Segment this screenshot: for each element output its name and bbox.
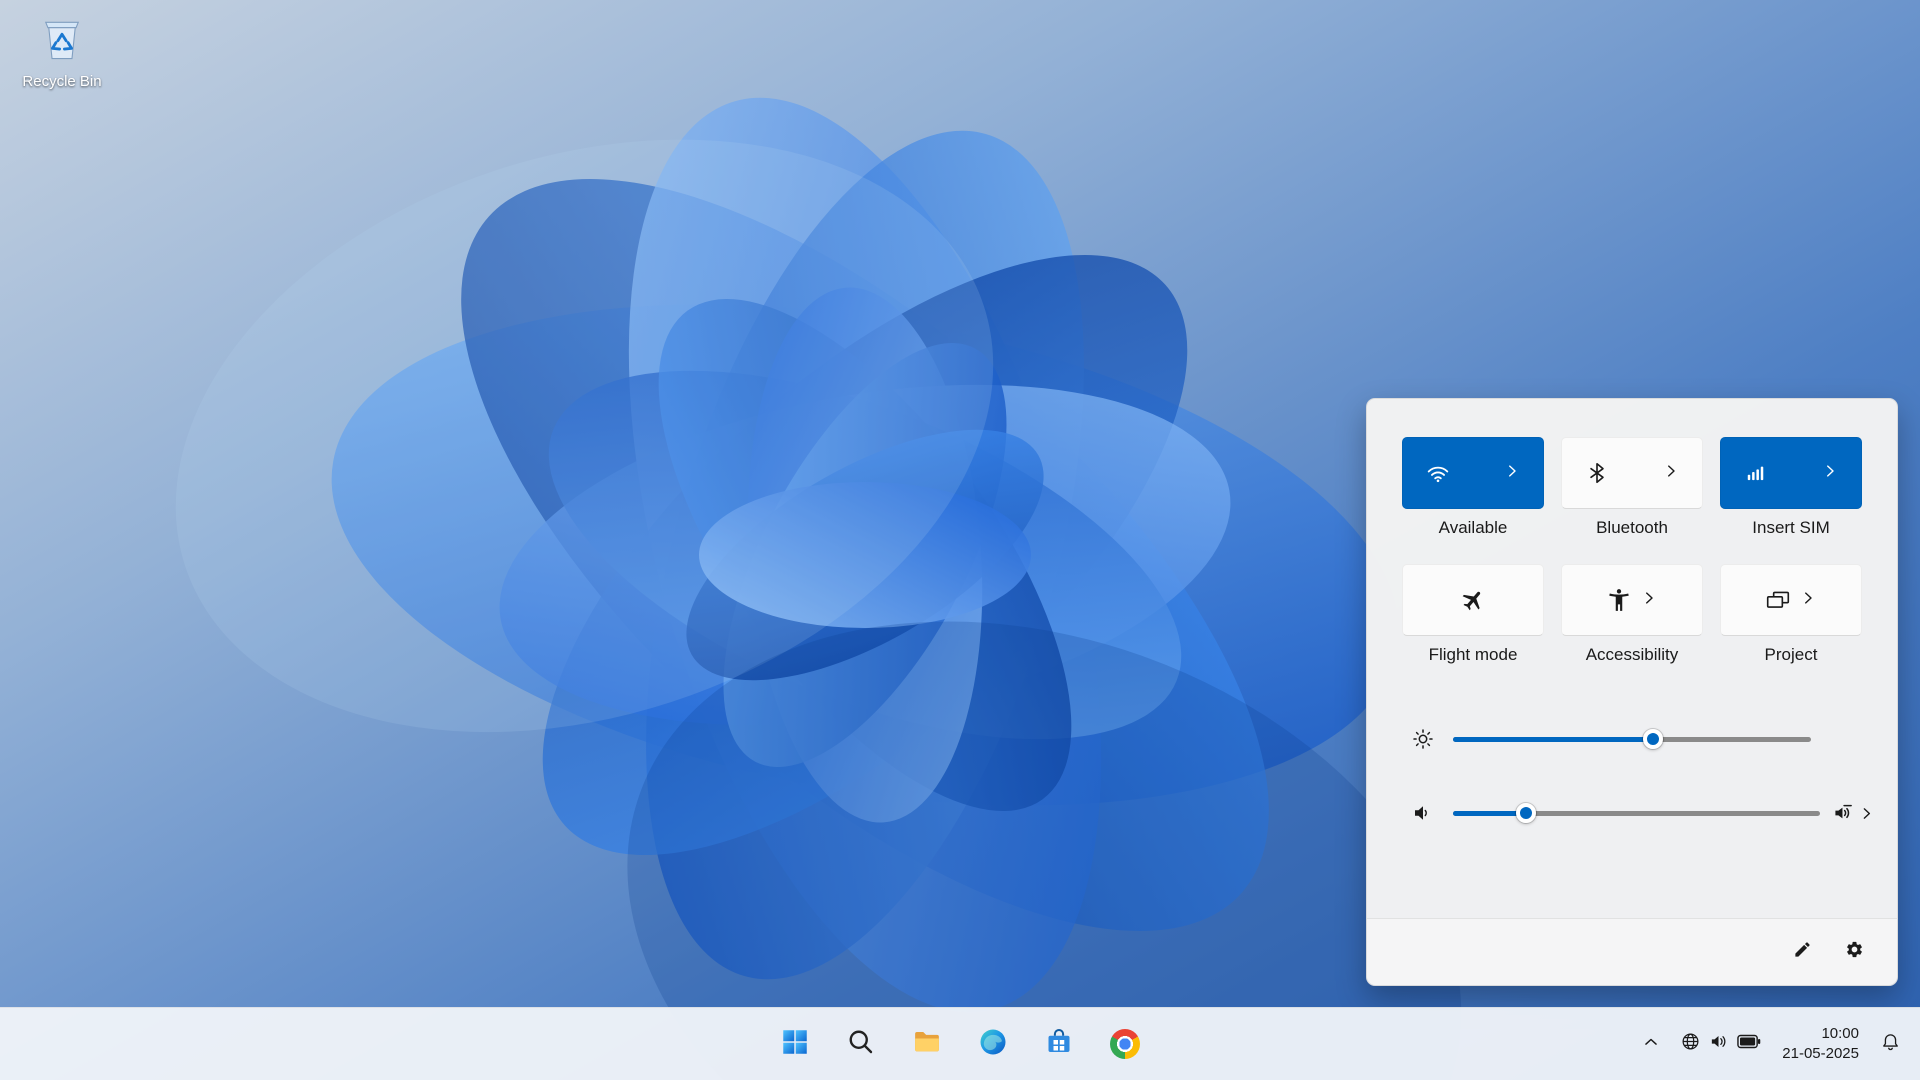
accessibility-tile-label: Accessibility [1586, 645, 1679, 665]
wifi-tile-label: Available [1439, 518, 1508, 538]
chevron-right-icon[interactable] [1662, 462, 1680, 485]
speaker-icon [1409, 801, 1437, 825]
search-button[interactable] [837, 1020, 885, 1068]
volume-slider[interactable] [1453, 802, 1820, 824]
microsoft-store-button[interactable] [1035, 1020, 1083, 1068]
chevron-right-icon[interactable] [1799, 589, 1817, 612]
edge-button[interactable] [969, 1020, 1017, 1068]
edit-pencil-icon [1793, 940, 1812, 964]
volume-slider-thumb[interactable] [1516, 803, 1536, 823]
select-audio-output-button[interactable] [1830, 800, 1875, 826]
volume-row [1367, 791, 1897, 835]
open-settings-button[interactable] [1835, 935, 1873, 969]
bluetooth-tile-label: Bluetooth [1596, 518, 1668, 538]
taskbar: 10:00 21-05-2025 [0, 1007, 1920, 1080]
windows-logo-icon [780, 1027, 810, 1062]
bell-icon [1880, 1031, 1901, 1057]
desktop: Recycle Bin [0, 0, 1920, 1080]
chevron-right-icon[interactable] [1640, 589, 1658, 612]
project-displays-icon [1765, 587, 1791, 613]
recycle-bin-icon [36, 12, 88, 69]
recycle-bin-label: Recycle Bin [22, 73, 101, 90]
microsoft-store-icon [1044, 1027, 1074, 1062]
file-explorer-button[interactable] [903, 1020, 951, 1068]
settings-gear-icon [1845, 940, 1864, 964]
flight-mode-tile-label: Flight mode [1429, 645, 1518, 665]
audio-output-icon [1830, 800, 1856, 826]
brightness-sun-icon [1409, 727, 1437, 751]
taskbar-center-icons [771, 1008, 1149, 1080]
start-button[interactable] [771, 1020, 819, 1068]
hidden-icons-chevron-button[interactable] [1634, 1022, 1668, 1066]
brightness-slider[interactable] [1453, 728, 1811, 750]
cellular-tile-label: Insert SIM [1752, 518, 1829, 538]
recycle-bin-shortcut[interactable]: Recycle Bin [14, 12, 110, 90]
clock-date-button[interactable]: 10:00 21-05-2025 [1774, 1024, 1867, 1065]
edge-browser-icon [978, 1027, 1008, 1062]
flight-mode-tile[interactable] [1402, 564, 1544, 636]
volume-track [1453, 811, 1820, 816]
chrome-button[interactable] [1101, 1020, 1149, 1068]
clock-time: 10:00 [1782, 1024, 1859, 1044]
accessibility-person-icon [1606, 587, 1632, 613]
chrome-browser-icon [1110, 1029, 1140, 1059]
chevron-right-icon [1858, 805, 1875, 822]
network-volume-battery-button[interactable] [1674, 1022, 1768, 1066]
notification-center-button[interactable] [1873, 1022, 1908, 1066]
cellular-signal-icon [1743, 460, 1769, 486]
battery-icon [1737, 1034, 1761, 1054]
brightness-row [1367, 717, 1897, 761]
project-tile-label: Project [1765, 645, 1818, 665]
quick-settings-panel: Available Bluetooth [1366, 398, 1898, 986]
brightness-slider-thumb[interactable] [1643, 729, 1663, 749]
speaker-tray-icon [1709, 1032, 1728, 1056]
edit-quick-settings-button[interactable] [1783, 935, 1821, 969]
chevron-up-icon [1641, 1032, 1661, 1057]
bluetooth-tile[interactable] [1561, 437, 1703, 509]
wifi-icon [1425, 460, 1451, 486]
project-tile[interactable] [1720, 564, 1862, 636]
wifi-tile[interactable] [1402, 437, 1544, 509]
file-explorer-folder-icon [912, 1027, 942, 1062]
cellular-tile[interactable] [1720, 437, 1862, 509]
airplane-icon [1460, 587, 1486, 613]
accessibility-tile[interactable] [1561, 564, 1703, 636]
chevron-right-icon[interactable] [1821, 462, 1839, 485]
taskbar-tray: 10:00 21-05-2025 [1634, 1008, 1908, 1080]
quick-settings-footer [1367, 918, 1897, 985]
search-icon [846, 1027, 876, 1062]
bluetooth-icon [1584, 460, 1610, 486]
clock-date: 21-05-2025 [1782, 1044, 1859, 1064]
network-globe-icon [1681, 1032, 1700, 1056]
brightness-track [1453, 737, 1811, 742]
chevron-right-icon[interactable] [1503, 462, 1521, 485]
quick-settings-tile-grid: Available Bluetooth [1367, 437, 1897, 665]
